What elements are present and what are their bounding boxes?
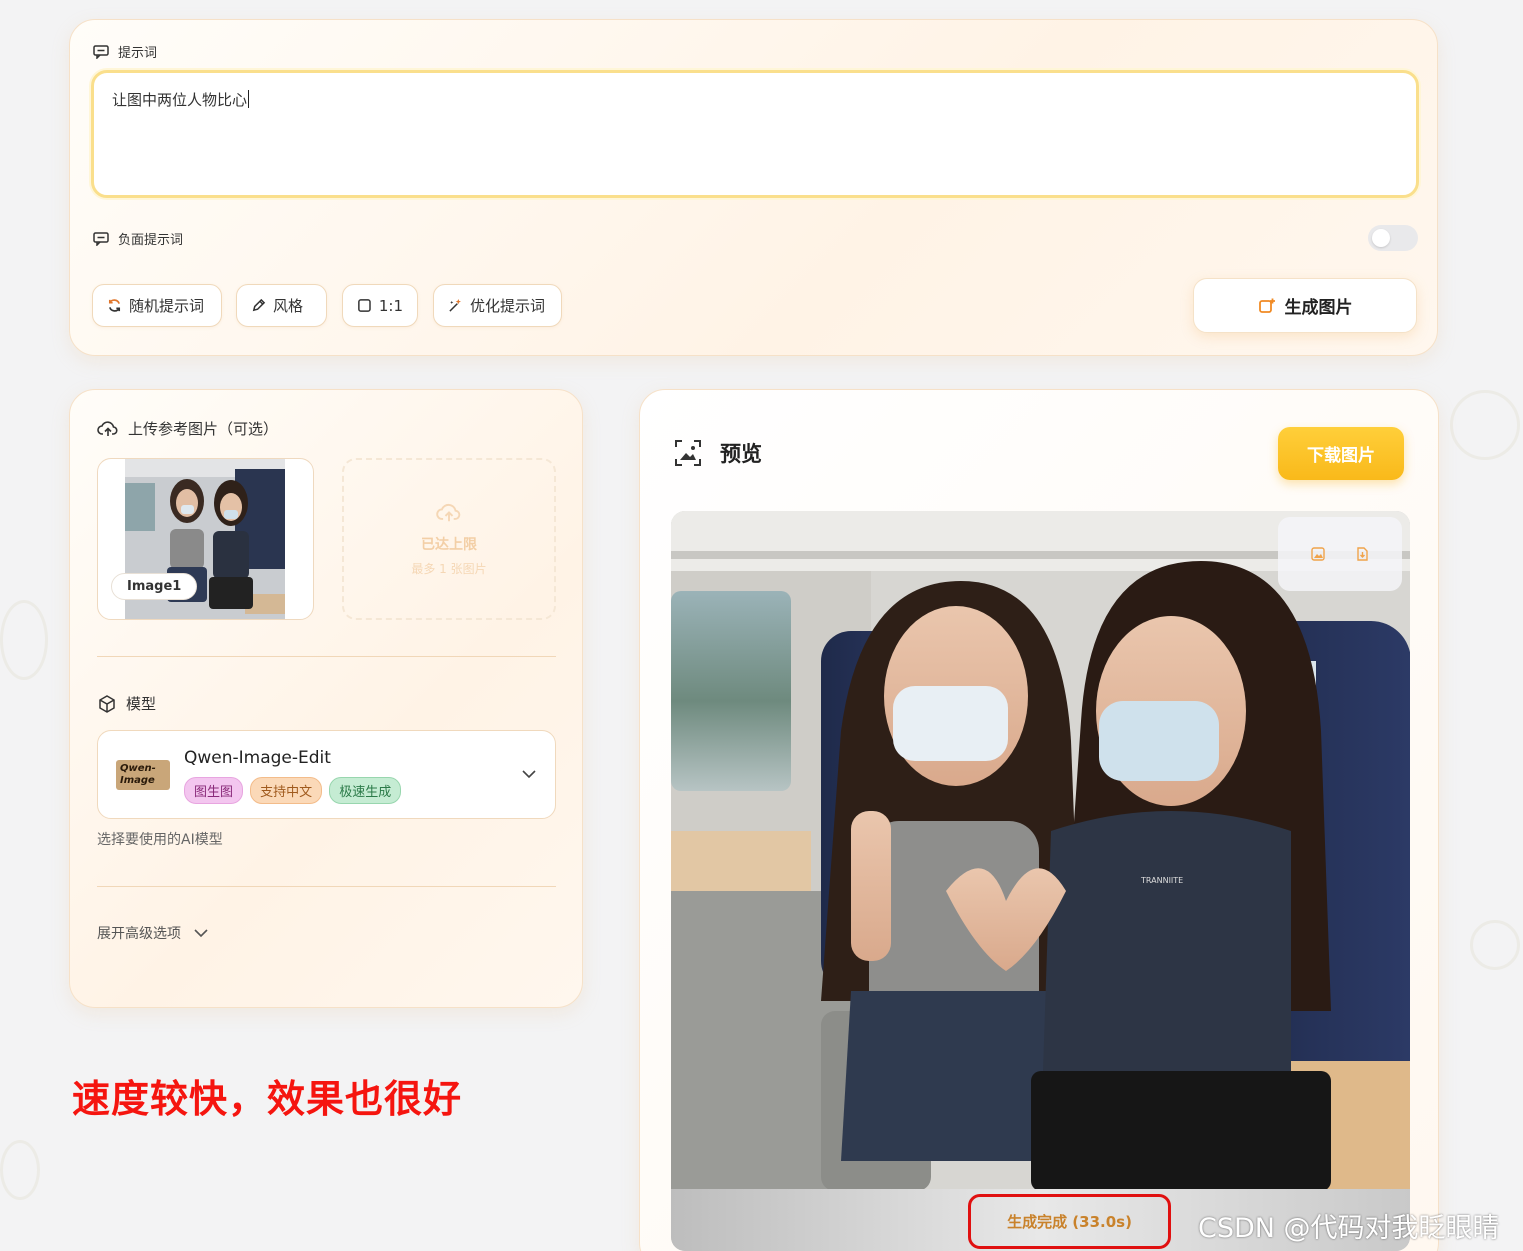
chip-label: 风格 xyxy=(273,297,304,315)
download-button[interactable]: 下载图片 xyxy=(1278,427,1404,480)
generated-photo: TRANNIITE xyxy=(671,511,1410,1251)
square-icon xyxy=(358,299,371,312)
comment-icon xyxy=(93,231,109,246)
cloud-upload-icon xyxy=(97,420,118,436)
background-decoration xyxy=(0,600,48,680)
upload-icon xyxy=(436,503,461,522)
chip-label: 随机提示词 xyxy=(129,297,205,315)
negative-label-text: 负面提示词 xyxy=(118,233,184,248)
model-hint: 选择要使用的AI模型 xyxy=(97,832,223,848)
model-tag: 支持中文 xyxy=(250,777,323,804)
toggle-knob xyxy=(1372,229,1390,247)
prompt-panel: 提示词 让图中两位人物比心 负面提示词 随机提示词 风格 1:1 优化提示词 生… xyxy=(69,19,1438,356)
file-download-icon[interactable] xyxy=(1355,547,1369,561)
model-logo: Qwen-Image xyxy=(116,760,170,790)
image-actions xyxy=(1278,517,1402,591)
prompt-label-text: 提示词 xyxy=(118,46,158,61)
settings-panel: 上传参考图片（可选） Image1 已达上限 最多 1 张图片 模型 Qwen-… xyxy=(69,389,583,1008)
background-decoration xyxy=(0,1140,40,1200)
magic-wand-icon xyxy=(449,298,461,312)
refresh-icon xyxy=(108,299,121,312)
download-label: 下载图片 xyxy=(1307,446,1375,466)
shirt-text: TRANNIITE xyxy=(1140,876,1183,885)
upload-label: 上传参考图片（可选） xyxy=(97,418,278,439)
watermark: CSDN @代码对我眨眼睛 xyxy=(1198,1213,1500,1244)
preview-panel: 预览 下载图片 TRANNIITE 生成完成 (33.0s) xyxy=(639,389,1439,1251)
status-text: 生成完成 (33.0s) xyxy=(1007,1213,1132,1231)
random-prompt-button[interactable]: 随机提示词 xyxy=(92,284,222,327)
chip-label: 优化提示词 xyxy=(470,297,546,315)
reference-image-thumbnail[interactable]: Image1 xyxy=(97,458,314,620)
generation-status: 生成完成 (33.0s) xyxy=(968,1194,1171,1249)
prompt-label: 提示词 xyxy=(93,42,157,61)
divider xyxy=(97,656,556,657)
chevron-down-icon xyxy=(522,770,536,779)
model-name: Qwen-Image-Edit xyxy=(184,748,331,768)
model-tag: 极速生成 xyxy=(329,777,402,804)
model-tag: 图生图 xyxy=(184,777,244,804)
image-frame-icon xyxy=(675,440,701,466)
negative-prompt-toggle[interactable] xyxy=(1368,225,1418,251)
image-add-icon xyxy=(1258,298,1275,313)
chip-label: 1:1 xyxy=(378,296,403,315)
advanced-label: 展开高级选项 xyxy=(97,926,181,942)
generated-image: TRANNIITE 生成完成 (33.0s) xyxy=(671,511,1410,1251)
preview-title: 预览 xyxy=(720,442,762,466)
pencil-icon xyxy=(252,298,266,312)
chevron-down-icon xyxy=(194,929,208,938)
text-cursor xyxy=(248,90,250,108)
background-decoration xyxy=(1470,920,1520,970)
aspect-ratio-button[interactable]: 1:1 xyxy=(342,284,418,327)
background-decoration xyxy=(1450,390,1520,460)
generate-image-button[interactable]: 生成图片 xyxy=(1193,278,1417,333)
divider xyxy=(97,886,556,887)
upload-label-text: 上传参考图片（可选） xyxy=(128,420,279,438)
upload-dropzone-disabled: 已达上限 最多 1 张图片 xyxy=(342,458,556,620)
preview-header: 预览 xyxy=(674,438,762,468)
image-tag: Image1 xyxy=(111,573,198,600)
image-icon[interactable] xyxy=(1311,547,1325,561)
prompt-value: 让图中两位人物比心 xyxy=(112,91,248,109)
optimize-prompt-button[interactable]: 优化提示词 xyxy=(433,284,562,327)
model-logo-text: Qwen-Image xyxy=(116,760,170,790)
model-label: 模型 xyxy=(97,693,156,714)
advanced-options-toggle[interactable]: 展开高级选项 xyxy=(97,923,209,943)
cube-icon xyxy=(99,694,115,713)
style-button[interactable]: 风格 xyxy=(236,284,327,327)
model-select[interactable]: Qwen-Image Qwen-Image-Edit 图生图 支持中文 极速生成 xyxy=(97,730,556,819)
generate-label: 生成图片 xyxy=(1284,298,1353,318)
limit-title: 已达上限 xyxy=(421,537,477,553)
comment-icon xyxy=(93,44,109,59)
annotation-text: 速度较快，效果也很好 xyxy=(72,1077,463,1121)
model-tags: 图生图 支持中文 极速生成 xyxy=(184,777,403,804)
negative-prompt-label: 负面提示词 xyxy=(93,229,183,248)
model-label-text: 模型 xyxy=(126,695,157,713)
prompt-input[interactable]: 让图中两位人物比心 xyxy=(91,70,1419,198)
limit-subtitle: 最多 1 张图片 xyxy=(411,562,487,576)
